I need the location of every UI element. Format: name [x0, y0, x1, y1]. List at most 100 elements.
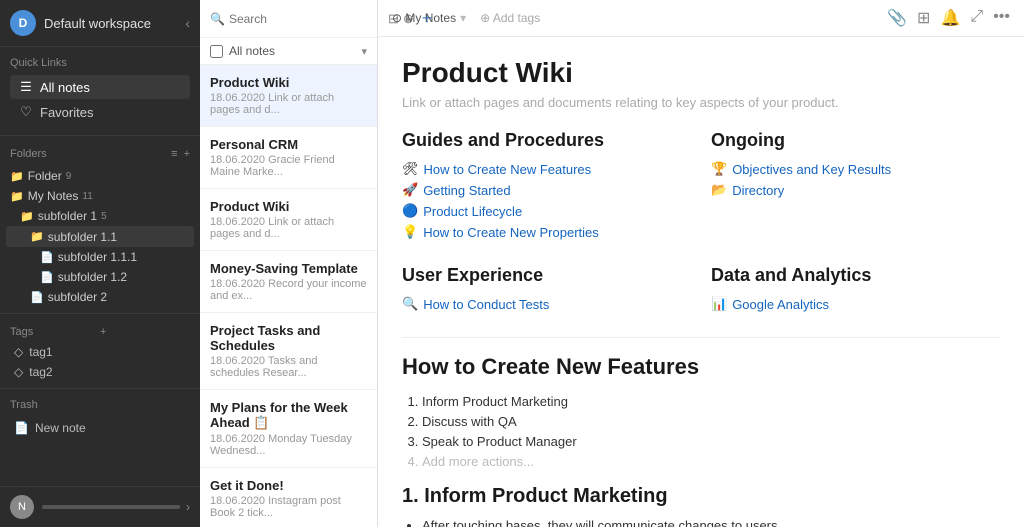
- list-item: 🚀Getting Started: [402, 182, 691, 198]
- note-item-4[interactable]: Project Tasks and Schedules 18.06.2020 T…: [200, 313, 377, 390]
- subfolder2[interactable]: 📄 subfolder 2: [6, 287, 194, 307]
- list-item-muted[interactable]: Add more actions...: [422, 454, 1000, 469]
- add-tag-icon[interactable]: +: [100, 326, 190, 338]
- note-meta: 18.06.2020 Link or attach pages and d...: [210, 92, 367, 116]
- tag-item-2[interactable]: ◇ tag2: [0, 362, 200, 382]
- file-icon: 📄: [14, 421, 29, 435]
- note-item-6[interactable]: Get it Done! 18.06.2020 Instagram post B…: [200, 468, 377, 527]
- tag-item-1[interactable]: ◇ tag1: [0, 342, 200, 362]
- all-notes-label: All notes: [229, 44, 361, 58]
- tag-icon: ◇: [14, 345, 23, 359]
- ongoing-list: 🏆Objectives and Key Results 📂Directory: [711, 161, 1000, 198]
- grid-icon[interactable]: ⊞: [917, 8, 930, 28]
- user-exp-title: User Experience: [402, 265, 691, 286]
- note-item-5[interactable]: My Plans for the Week Ahead 📋 18.06.2020…: [200, 390, 377, 468]
- item-icon: 💡: [402, 224, 418, 240]
- guide-link[interactable]: How to Create New Features: [424, 162, 592, 177]
- note-meta: 18.06.2020 Monday Tuesday Wednesd...: [210, 433, 367, 457]
- note-list-scrollable[interactable]: Product Wiki 18.06.2020 Link or attach p…: [200, 65, 377, 527]
- note-meta: 18.06.2020 Gracie Friend Maine Marke...: [210, 154, 367, 178]
- bell-icon[interactable]: 🔔: [940, 8, 960, 28]
- folder-label: subfolder 1.1.1: [58, 250, 137, 264]
- header-actions: 📎 ⊞ 🔔 ⤢ •••: [887, 8, 1010, 28]
- data-analytics-title: Data and Analytics: [711, 265, 1000, 286]
- user-exp-link[interactable]: How to Conduct Tests: [423, 297, 549, 312]
- my-notes-folder[interactable]: 📁 My Notes 11: [6, 186, 194, 206]
- breadcrumb-root[interactable]: ⊙ My Notes: [392, 11, 456, 25]
- attach-icon[interactable]: 📎: [887, 8, 907, 28]
- subfolder1-1-1[interactable]: 📄 subfolder 1.1.1: [6, 247, 194, 267]
- search-icon: 🔍: [210, 12, 225, 26]
- expand-icon[interactable]: ⤢: [970, 8, 983, 28]
- add-folder-icon[interactable]: +: [184, 148, 190, 160]
- note-list: 🔍 ⊟ ⊕ + All notes ▾ Product Wiki 18.06.2…: [200, 0, 378, 527]
- subfolder1-2[interactable]: 📄 subfolder 1.2: [6, 267, 194, 287]
- list-item: 🏆Objectives and Key Results: [711, 161, 1000, 177]
- folder-label: subfolder 2: [48, 290, 107, 304]
- list-item: 📂Directory: [711, 182, 1000, 198]
- ongoing-link[interactable]: Objectives and Key Results: [732, 162, 891, 177]
- add-tags-button[interactable]: ⊕ Add tags: [480, 11, 540, 25]
- note-meta: 18.06.2020 Record your income and ex...: [210, 278, 367, 302]
- list-item: 📊Google Analytics: [711, 296, 1000, 312]
- tag-icon: ◇: [14, 365, 23, 379]
- user-avatar: N: [10, 495, 34, 519]
- note-title: Project Tasks and Schedules: [210, 323, 367, 353]
- item-icon: 🛠: [402, 161, 419, 177]
- file-icon: 📄: [30, 291, 44, 304]
- list-item: 🔍 How to Conduct Tests: [402, 296, 691, 312]
- workspace-name: Default workspace: [44, 16, 185, 31]
- trash-section: Trash 📄 New note: [0, 395, 200, 443]
- note-title: Get it Done!: [210, 478, 367, 493]
- breadcrumb-chevron-icon: ▾: [460, 11, 466, 25]
- data-list: 📊Google Analytics: [711, 296, 1000, 312]
- sort-icon[interactable]: ≡: [171, 148, 177, 160]
- guides-title: Guides and Procedures: [402, 130, 691, 151]
- notes-icon: ☰: [18, 79, 34, 95]
- subfolder1[interactable]: 📁 subfolder 1 5: [6, 206, 194, 226]
- note-item-0[interactable]: Product Wiki 18.06.2020 Link or attach p…: [200, 65, 377, 127]
- guides-list: 🛠 How to Create New Features 🚀Getting Sta…: [402, 161, 691, 240]
- guides-section: Guides and Procedures 🛠 How to Create New…: [402, 130, 691, 245]
- note-item-3[interactable]: Money-Saving Template 18.06.2020 Record …: [200, 251, 377, 313]
- folder-tree: 📁 Folder 9 📁 My Notes 11 📁 subfolder 1 5…: [0, 166, 200, 307]
- data-analytics-section: Data and Analytics 📊Google Analytics: [711, 265, 1000, 317]
- new-note-label: New note: [35, 421, 86, 435]
- all-notes-chevron-icon[interactable]: ▾: [361, 45, 367, 58]
- list-item: Speak to Product Manager: [422, 434, 1000, 449]
- search-input[interactable]: [229, 12, 384, 26]
- more-icon[interactable]: •••: [993, 8, 1010, 28]
- select-all-checkbox[interactable]: [210, 45, 223, 58]
- subfolder1-1[interactable]: 📁 subfolder 1.1 +: [6, 226, 194, 247]
- all-notes-bar[interactable]: All notes ▾: [200, 38, 377, 65]
- sidebar-collapse-button[interactable]: ‹: [185, 15, 190, 31]
- main-body: Product Wiki Link or attach pages and do…: [378, 37, 1024, 527]
- two-col-grid-2: User Experience 🔍 How to Conduct Tests Da…: [402, 265, 1000, 317]
- ongoing-link[interactable]: Directory: [732, 183, 784, 198]
- inform-section-title: 1. Inform Product Marketing: [402, 485, 1000, 508]
- feature-steps-list: Inform Product Marketing Discuss with QA…: [422, 394, 1000, 469]
- data-link[interactable]: Google Analytics: [732, 297, 829, 312]
- main-header: ⊙ My Notes ▾ ⊕ Add tags 📎 ⊞ 🔔 ⤢ •••: [378, 0, 1024, 37]
- sidebar-item-all-notes[interactable]: ☰ All notes: [10, 75, 190, 99]
- note-item-2[interactable]: Product Wiki 18.06.2020 Link or attach p…: [200, 189, 377, 251]
- note-item-1[interactable]: Personal CRM 18.06.2020 Gracie Friend Ma…: [200, 127, 377, 189]
- guide-link[interactable]: How to Create New Properties: [423, 225, 599, 240]
- sidebar-item-favorites[interactable]: ♡ Favorites: [10, 100, 190, 124]
- note-title: Product Wiki: [210, 199, 367, 214]
- ongoing-section: Ongoing 🏆Objectives and Key Results 📂Dir…: [711, 130, 1000, 245]
- note-meta: 18.06.2020 Tasks and schedules Resear...: [210, 355, 367, 379]
- trash-new-note[interactable]: 📄 New note: [10, 417, 190, 439]
- item-icon: 🔍: [402, 296, 418, 312]
- user-exp-list: 🔍 How to Conduct Tests: [402, 296, 691, 312]
- folder-item[interactable]: 📁 Folder 9: [6, 166, 194, 186]
- breadcrumb: ⊙ My Notes ▾: [392, 11, 466, 25]
- folder-badge: 9: [66, 171, 72, 182]
- trash-title: Trash: [10, 399, 190, 411]
- tag-label: tag1: [29, 345, 52, 359]
- list-item: 🔵Product Lifecycle: [402, 203, 691, 219]
- avatar: D: [10, 10, 36, 36]
- guide-link[interactable]: Getting Started: [423, 183, 510, 198]
- tag-label: tag2: [29, 365, 52, 379]
- guide-link[interactable]: Product Lifecycle: [423, 204, 522, 219]
